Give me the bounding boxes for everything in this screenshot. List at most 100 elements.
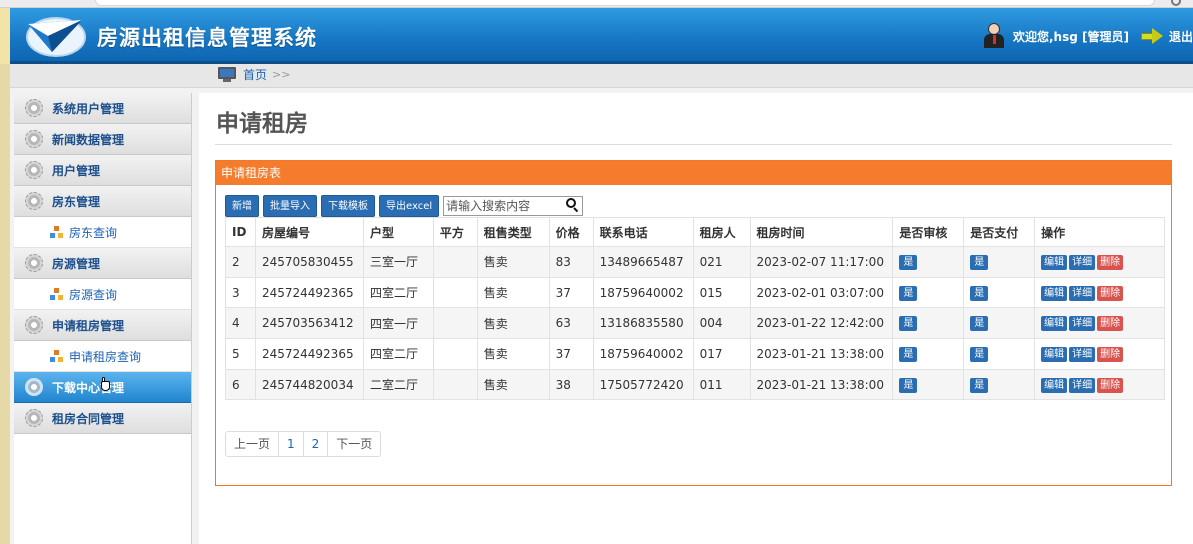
cell-paid: 是 xyxy=(963,246,1036,278)
sidebar-sub-item[interactable]: 申请租房查询 xyxy=(14,341,191,372)
audited-status-button[interactable]: 是 xyxy=(899,285,918,301)
sidebar-menu-item[interactable]: 房东管理 xyxy=(14,186,191,217)
detail-button[interactable]: 详细 xyxy=(1069,316,1096,332)
sidebar-item-label: 系统用户管理 xyxy=(52,101,125,116)
cell-id: 4 xyxy=(225,307,256,340)
detail-button[interactable]: 详细 xyxy=(1069,254,1096,270)
add-button[interactable]: 新增 xyxy=(225,195,259,217)
column-header: 是否支付 xyxy=(963,217,1036,247)
browser-settings-icon[interactable] xyxy=(1171,0,1181,6)
delete-button[interactable]: 删除 xyxy=(1097,316,1124,332)
logout-button[interactable]: 退出 xyxy=(1140,28,1193,45)
audited-status-button[interactable]: 是 xyxy=(899,316,918,332)
cell-type: 售卖 xyxy=(476,246,550,278)
tree-icon xyxy=(50,288,64,300)
gear-icon xyxy=(25,161,43,179)
rental-application-panel: 申请租房表 新增 批量导入 下载模板 导出excel ID房屋编号户型平方租售类… xyxy=(215,160,1172,486)
cell-phone: 13489665487 xyxy=(592,246,694,278)
delete-button[interactable]: 删除 xyxy=(1097,377,1124,393)
audited-status-button[interactable]: 是 xyxy=(899,346,918,362)
sidebar-menu-item[interactable]: 房源管理 xyxy=(14,248,191,279)
audited-status-button[interactable]: 是 xyxy=(899,377,918,393)
search-input[interactable] xyxy=(444,197,565,215)
sidebar-menu-item[interactable]: 申请租房管理 xyxy=(14,310,191,341)
cell-actions: 编辑 详细 删除 xyxy=(1034,246,1165,278)
cell-renter: 017 xyxy=(692,338,751,370)
cell-renter: 004 xyxy=(692,307,751,340)
delete-button[interactable]: 删除 xyxy=(1097,254,1124,270)
column-header: 操作 xyxy=(1034,217,1165,247)
sidebar-menu-item[interactable]: 新闻数据管理 xyxy=(14,124,191,155)
sidebar-item-label: 申请租房管理 xyxy=(52,318,125,333)
cell-audited: 是 xyxy=(892,307,965,340)
page-2-button[interactable]: 2 xyxy=(304,432,329,456)
detail-button[interactable]: 详细 xyxy=(1069,285,1096,301)
breadcrumb-separator: >> xyxy=(272,68,291,81)
table-header-row: ID 房屋编号 户型 平方 租售类型 价格 联系电话 租房人 租房时间 是否审核 是否支付 操作 xyxy=(225,217,1165,247)
cell-layout: 四室二厅 xyxy=(362,338,434,370)
cell-actions: 编辑 详细 删除 xyxy=(1034,368,1165,401)
page-1-button[interactable]: 1 xyxy=(279,432,304,456)
edit-button[interactable]: 编辑 xyxy=(1041,254,1068,270)
sidebar-menu-item[interactable]: 系统用户管理 xyxy=(14,93,191,124)
pagination: 上一页 1 2 下一页 xyxy=(225,431,382,457)
user-box: 欢迎您,hsg [管理员] 退出 xyxy=(983,22,1193,50)
edit-button[interactable]: 编辑 xyxy=(1041,377,1068,393)
paid-status-button[interactable]: 是 xyxy=(970,316,989,332)
export-excel-button[interactable]: 导出excel xyxy=(379,195,440,217)
cell-paid: 是 xyxy=(963,307,1036,340)
sidebar-sub-item[interactable]: 房源查询 xyxy=(14,279,191,310)
cell-price: 37 xyxy=(548,276,594,309)
cell-phone: 17505772420 xyxy=(592,368,694,401)
audited-status-button[interactable]: 是 xyxy=(899,254,918,270)
sidebar-menu-item[interactable]: 用户管理 xyxy=(14,155,191,186)
table-row: 3 245724492365 四室二厅 售卖 37 18759640002 015 2023-… xyxy=(225,276,1165,309)
table-row: 4 245703563412 四室一厅 售卖 63 13186835580 004 2023-… xyxy=(225,307,1165,340)
gear-icon xyxy=(25,99,43,117)
cell-time: 2023-01-22 12:42:00 xyxy=(749,307,894,340)
paid-status-button[interactable]: 是 xyxy=(970,285,989,301)
cell-time: 2023-01-21 13:38:00 xyxy=(749,338,894,370)
rental-table: ID 房屋编号 户型 平方 租售类型 价格 联系电话 租房人 租房时间 是否审核 是否支付 操作 22… xyxy=(225,217,1165,401)
cell-phone: 18759640002 xyxy=(592,338,694,370)
edit-button[interactable]: 编辑 xyxy=(1041,285,1068,301)
paid-status-button[interactable]: 是 xyxy=(970,254,989,270)
next-page-button[interactable]: 下一页 xyxy=(328,432,380,456)
browser-strip xyxy=(0,0,1193,8)
gear-icon xyxy=(25,409,43,427)
column-header: 房屋编号 xyxy=(254,217,364,247)
cell-time: 2023-02-01 03:07:00 xyxy=(749,276,894,309)
delete-button[interactable]: 删除 xyxy=(1097,285,1124,301)
column-header: ID xyxy=(225,217,256,247)
address-bar[interactable] xyxy=(95,0,1155,6)
cell-house-no: 245705830455 xyxy=(254,246,364,278)
table-row: 2 245705830455 三室一厅 售卖 83 13489665487 021 2023-… xyxy=(225,246,1165,278)
sidebar-item-label: 租房合同管理 xyxy=(52,411,125,426)
monitor-icon xyxy=(218,66,236,83)
detail-button[interactable]: 详细 xyxy=(1069,377,1096,393)
sidebar-menu-item[interactable]: 租房合同管理 xyxy=(14,403,191,434)
cell-paid: 是 xyxy=(963,276,1036,309)
detail-button[interactable]: 详细 xyxy=(1069,346,1096,362)
prev-page-button[interactable]: 上一页 xyxy=(226,432,280,456)
batch-import-button[interactable]: 批量导入 xyxy=(263,195,317,217)
search-icon[interactable] xyxy=(566,198,579,213)
cell-id: 6 xyxy=(225,368,256,401)
breadcrumb-home-link[interactable]: 首页 xyxy=(243,66,267,83)
toolbar: 新增 批量导入 下载模板 导出excel xyxy=(225,195,584,217)
cell-area xyxy=(432,338,478,370)
column-header: 户型 xyxy=(362,217,434,247)
cell-audited: 是 xyxy=(892,368,965,401)
edit-button[interactable]: 编辑 xyxy=(1041,316,1068,332)
column-header: 联系电话 xyxy=(592,217,694,247)
download-template-button[interactable]: 下载模板 xyxy=(321,195,375,217)
edit-button[interactable]: 编辑 xyxy=(1041,346,1068,362)
cell-layout: 三室一厅 xyxy=(362,246,434,278)
paid-status-button[interactable]: 是 xyxy=(970,377,989,393)
paid-status-button[interactable]: 是 xyxy=(970,346,989,362)
sidebar-sub-item[interactable]: 房东查询 xyxy=(14,217,191,248)
cell-house-no: 245724492365 xyxy=(254,338,364,370)
table-row: 6 245744820034 二室二厅 售卖 38 17505772420 011 2023-… xyxy=(225,368,1165,401)
delete-button[interactable]: 删除 xyxy=(1097,346,1124,362)
cell-id: 3 xyxy=(225,276,256,309)
